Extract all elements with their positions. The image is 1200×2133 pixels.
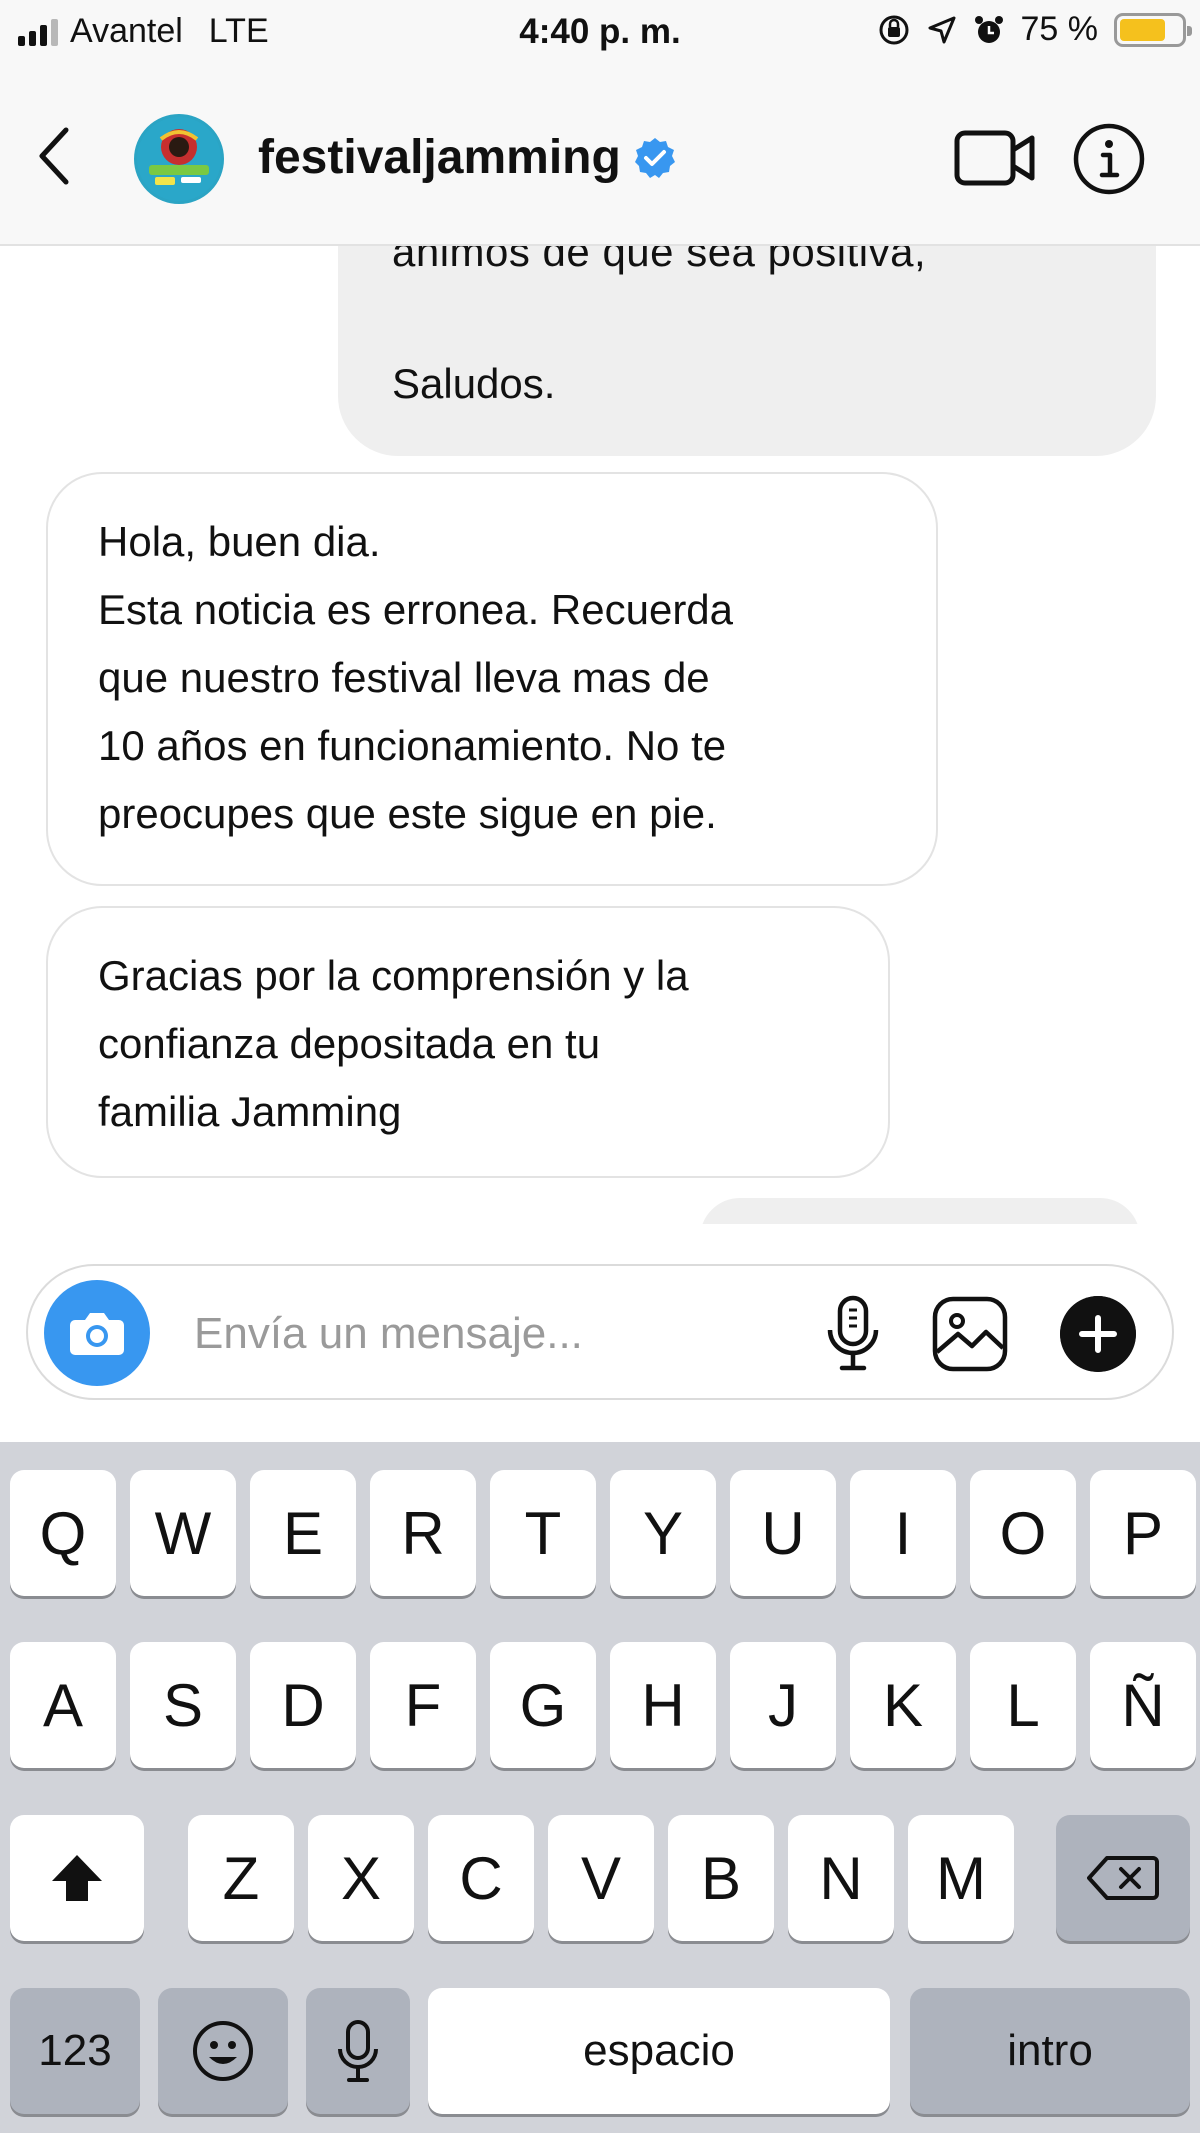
key-s[interactable]: S: [130, 1642, 236, 1768]
shift-key[interactable]: [10, 1815, 144, 1941]
username-row[interactable]: festivaljamming: [258, 130, 677, 185]
key-c[interactable]: C: [428, 1815, 534, 1941]
key-a[interactable]: A: [10, 1642, 116, 1768]
key-f[interactable]: F: [370, 1642, 476, 1768]
message-line: Esta noticia es erronea. Recuerda: [98, 586, 734, 633]
video-camera-icon[interactable]: [954, 128, 1036, 188]
message-input[interactable]: [194, 1304, 794, 1364]
microphone-icon[interactable]: [818, 1294, 888, 1374]
message-line: familia Jamming: [98, 1088, 402, 1135]
partial-outgoing-bubble[interactable]: [700, 1198, 1140, 1224]
key-u[interactable]: U: [730, 1470, 836, 1596]
key-g[interactable]: G: [490, 1642, 596, 1768]
numbers-key[interactable]: 123: [10, 1988, 140, 2114]
battery-percentage: 75 %: [1020, 10, 1099, 48]
key-v[interactable]: V: [548, 1815, 654, 1941]
key-o[interactable]: O: [970, 1470, 1076, 1596]
alarm-icon: [974, 15, 1003, 43]
key-l[interactable]: L: [970, 1642, 1076, 1768]
key-t[interactable]: T: [490, 1470, 596, 1596]
key-r[interactable]: R: [370, 1470, 476, 1596]
key-p[interactable]: P: [1090, 1470, 1196, 1596]
battery-icon: [1114, 12, 1192, 47]
key-n[interactable]: N: [788, 1815, 894, 1941]
outgoing-message-bubble[interactable]: ánimos de que sea positiva, Saludos.: [338, 246, 1156, 456]
key-w[interactable]: W: [130, 1470, 236, 1596]
key-b[interactable]: B: [668, 1815, 774, 1941]
key-k[interactable]: K: [850, 1642, 956, 1768]
shift-arrow-icon: [52, 1855, 102, 1901]
location-arrow-icon: [928, 16, 955, 43]
delete-key[interactable]: [1056, 1815, 1190, 1941]
key-h[interactable]: H: [610, 1642, 716, 1768]
emoji-icon: [193, 2021, 253, 2081]
space-key[interactable]: espacio: [428, 1988, 890, 2114]
status-right: 75 %: [877, 10, 1192, 49]
outgoing-message-text: Saludos.: [392, 360, 556, 407]
backspace-icon: [1087, 1856, 1159, 1900]
key-y[interactable]: Y: [610, 1470, 716, 1596]
key-x[interactable]: X: [308, 1815, 414, 1941]
info-icon[interactable]: [1072, 122, 1146, 196]
avatar[interactable]: [134, 114, 224, 204]
message-line: que nuestro festival lleva mas de: [98, 654, 710, 701]
dictation-key[interactable]: [306, 1988, 410, 2114]
keyboard[interactable]: QWERTYUIOP ASDFGHJKLÑ ZXCVBNM 123 espaci…: [0, 1442, 1200, 2133]
verified-badge-icon: [634, 137, 675, 178]
message-composer[interactable]: [26, 1264, 1174, 1400]
key-m[interactable]: M: [908, 1815, 1014, 1941]
message-line: Gracias por la comprensión y la: [98, 952, 689, 999]
orientation-lock-icon: [879, 15, 908, 44]
status-bar: Avantel LTE 4:40 p. m. 75 %: [0, 0, 1200, 66]
message-line: confianza depositada en tu: [98, 1020, 601, 1067]
key-i[interactable]: I: [850, 1470, 956, 1596]
message-line: preocupes que este sigue en pie.: [98, 790, 717, 837]
username[interactable]: festivaljamming: [258, 130, 621, 185]
key-q[interactable]: Q: [10, 1470, 116, 1596]
incoming-message-bubble[interactable]: Gracias por la comprensión y la confianz…: [46, 906, 890, 1178]
return-key[interactable]: intro: [910, 1988, 1190, 2114]
image-icon[interactable]: [930, 1294, 1010, 1374]
message-line: 10 años en funcionamiento. No te: [98, 722, 727, 769]
key-d[interactable]: D: [250, 1642, 356, 1768]
microphone-icon: [338, 2020, 378, 2082]
camera-icon: [70, 1313, 124, 1355]
camera-button[interactable]: [44, 1280, 150, 1386]
incoming-message-bubble[interactable]: Hola, buen dia. Esta noticia es erronea.…: [46, 472, 938, 886]
message-thread[interactable]: ánimos de que sea positiva, Saludos. Hol…: [0, 246, 1200, 1224]
battery-fill: [1120, 18, 1165, 41]
chat-header: festivaljamming: [0, 66, 1200, 246]
festival-logo-icon: [137, 117, 221, 201]
plus-circle-icon[interactable]: [1060, 1296, 1136, 1372]
chevron-left-icon[interactable]: [30, 124, 78, 188]
key-ñ[interactable]: Ñ: [1090, 1642, 1196, 1768]
message-line: Hola, buen dia.: [98, 518, 381, 565]
key-z[interactable]: Z: [188, 1815, 294, 1941]
outgoing-message-cut-line: ánimos de que sea positiva,: [392, 246, 927, 275]
emoji-key[interactable]: [158, 1988, 288, 2114]
key-j[interactable]: J: [730, 1642, 836, 1768]
key-e[interactable]: E: [250, 1470, 356, 1596]
